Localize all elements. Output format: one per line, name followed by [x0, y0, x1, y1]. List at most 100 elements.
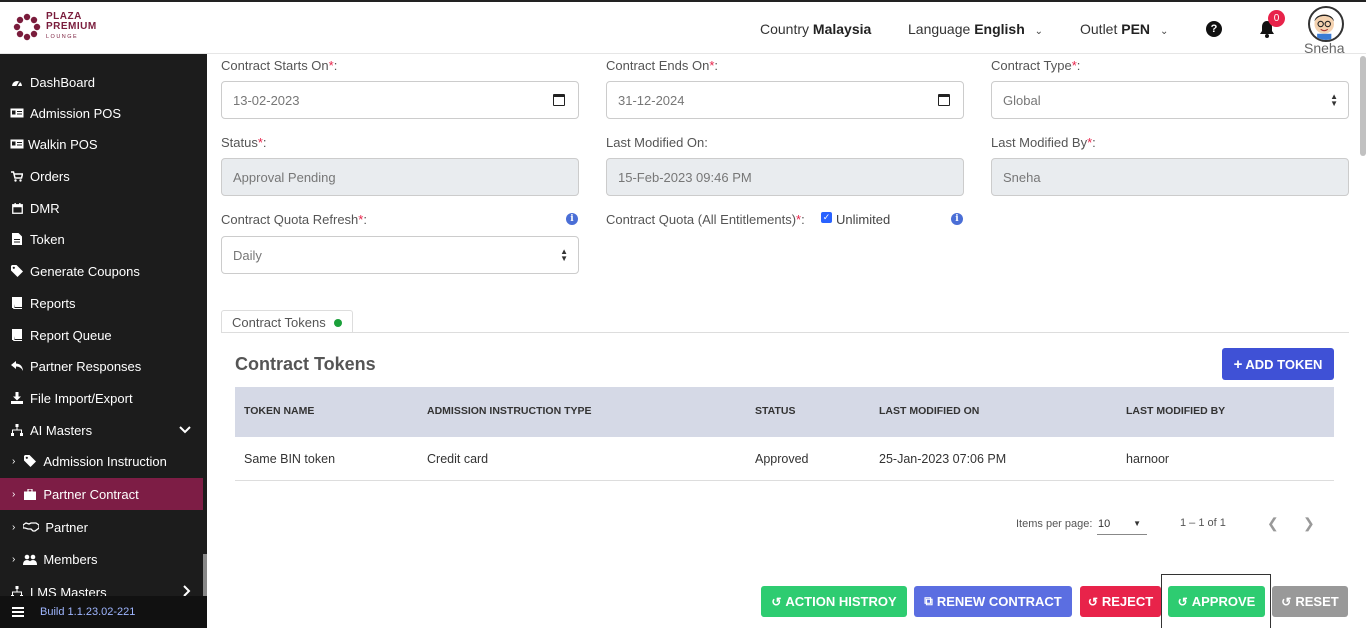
approve-button[interactable]: ↺ APPROVE	[1168, 586, 1265, 617]
last-modified-on-value: 15-Feb-2023 09:46 PM	[618, 169, 752, 185]
sidebar-item-report-queue[interactable]: Report Queue	[0, 319, 203, 351]
column-header-last-modified-on[interactable]: LAST MODIFIED ON	[879, 405, 979, 417]
sidebar-item-file-import-export[interactable]: File Import/Export	[0, 382, 203, 414]
last-modified-on-input: 15-Feb-2023 09:46 PM	[606, 158, 964, 196]
sidebar-item-orders[interactable]: Orders	[0, 160, 203, 192]
top-bar: PLAZA PREMIUM LOUNGE Country Malaysia La…	[0, 0, 1366, 56]
tag-icon	[23, 455, 37, 467]
book-icon	[10, 297, 24, 309]
sidebar-item-label: Partner	[45, 519, 88, 535]
id-card-icon	[10, 138, 24, 150]
language-selector[interactable]: Language English ⌄	[908, 21, 1043, 37]
sidebar-item-label: Members	[43, 551, 98, 567]
sidebar-item-label: Report Queue	[30, 327, 112, 343]
reset-label: RESET	[1295, 594, 1339, 609]
chevron-right-icon: ›	[12, 488, 16, 500]
last-modified-by-input: Sneha	[991, 158, 1349, 196]
page-scrollbar[interactable]	[1360, 56, 1366, 156]
column-header-status[interactable]: STATUS	[755, 405, 795, 417]
calendar-icon[interactable]	[553, 94, 565, 106]
outlet-value: PEN	[1121, 21, 1151, 37]
sidebar-item-dashboard[interactable]: DashBoard	[0, 66, 203, 98]
help-icon[interactable]: ?	[1206, 21, 1222, 37]
logo-line-2: PREMIUM	[46, 21, 97, 32]
avatar[interactable]	[1308, 6, 1344, 42]
users-icon	[23, 553, 38, 565]
reset-button[interactable]: ↺ RESET	[1272, 586, 1348, 617]
reject-button[interactable]: ↺ REJECT	[1080, 586, 1161, 617]
sidebar-item-admission-pos[interactable]: Admission POS	[0, 97, 203, 129]
user-name[interactable]: Sneha	[1304, 40, 1344, 56]
sidebar-item-label: Orders	[30, 168, 70, 184]
previous-page-icon[interactable]: ❮	[1267, 515, 1279, 532]
sidebar-item-reports[interactable]: Reports	[0, 287, 203, 319]
country-selector[interactable]: Country Malaysia	[760, 21, 871, 37]
sidebar: DashBoard Admission POS Walkin POS Order…	[0, 54, 207, 628]
id-card-icon	[10, 107, 24, 119]
column-header-admission-instruction-type[interactable]: ADMISSION INSTRUCTION TYPE	[427, 405, 592, 417]
contract-type-select[interactable]: Global ▲ ▼	[991, 81, 1349, 119]
chevron-right-icon: ›	[12, 553, 16, 565]
tab-label: Contract Tokens	[232, 315, 326, 330]
sidebar-item-label: Admission POS	[30, 105, 122, 121]
dashboard-icon	[10, 76, 24, 88]
sidebar-item-partner[interactable]: › Partner	[0, 511, 203, 543]
sidebar-item-admission-instruction[interactable]: › Admission Instruction	[0, 445, 203, 477]
sidebar-item-ai-masters[interactable]: AI Masters	[0, 414, 203, 446]
column-header-token-name[interactable]: TOKEN NAME	[244, 405, 314, 417]
quota-all-label: Contract Quota (All Entitlements)*:	[606, 212, 805, 227]
table-row[interactable]: Same BIN token Credit card Approved 25-J…	[235, 437, 1334, 481]
status-dot	[333, 319, 342, 327]
contract-starts-input[interactable]: 13-02-2023	[221, 81, 579, 119]
sidebar-item-generate-coupons[interactable]: Generate Coupons	[0, 255, 203, 287]
outlet-selector[interactable]: Outlet PEN ⌄	[1080, 21, 1168, 37]
tab-contract-tokens[interactable]: Contract Tokens	[221, 310, 353, 333]
sidebar-item-partner-responses[interactable]: Partner Responses	[0, 350, 203, 382]
history-icon: ↺	[1281, 594, 1292, 609]
contract-ends-input[interactable]: 31-12-2024	[606, 81, 964, 119]
tag-icon	[10, 265, 24, 277]
approve-label: APPROVE	[1191, 594, 1256, 609]
sidebar-item-label: Token	[30, 231, 65, 247]
next-page-icon[interactable]: ❯	[1303, 515, 1315, 532]
select-arrows-icon: ▲ ▼	[1330, 92, 1338, 108]
info-icon[interactable]: i	[566, 213, 578, 225]
add-token-button[interactable]: + ADD TOKEN	[1222, 348, 1334, 380]
history-icon: ↺	[1087, 594, 1098, 609]
items-per-page-select[interactable]: 10 ▼	[1097, 513, 1147, 535]
sidebar-item-label: Admission Instruction	[43, 453, 167, 469]
contract-starts-value: 13-02-2023	[233, 92, 300, 108]
sidebar-item-label: File Import/Export	[30, 390, 133, 406]
select-arrows-icon: ▲ ▼	[560, 247, 568, 263]
action-history-button[interactable]: ↺ ACTION HISTROY	[761, 586, 907, 617]
column-header-last-modified-by[interactable]: LAST MODIFIED BY	[1126, 405, 1225, 417]
menu-icon[interactable]	[12, 605, 24, 619]
sidebar-item-members[interactable]: › Members	[0, 543, 203, 575]
user-avatar-icon	[1314, 14, 1334, 40]
last-modified-by-value: Sneha	[1003, 169, 1041, 185]
renew-contract-button[interactable]: ⧉ RENEW CONTRACT	[914, 586, 1072, 617]
cell-last-modified-by: harnoor	[1126, 452, 1170, 466]
language-value: English	[974, 21, 1025, 37]
file-icon	[10, 233, 24, 245]
sidebar-item-partner-contract[interactable]: › Partner Contract	[0, 478, 203, 510]
sidebar-item-label: Partner Responses	[30, 358, 142, 374]
cell-admission-instruction-type: Credit card	[427, 452, 489, 466]
pagination-range: 1 – 1 of 1	[1180, 517, 1226, 529]
add-token-label: ADD TOKEN	[1245, 356, 1323, 372]
unlimited-checkbox[interactable]: ✓	[821, 212, 832, 223]
contract-starts-label: Contract Starts On*:	[221, 58, 338, 73]
logo[interactable]: PLAZA PREMIUM LOUNGE	[12, 12, 97, 42]
quota-refresh-select[interactable]: Daily ▲ ▼	[221, 236, 579, 274]
sidebar-item-dmr[interactable]: DMR	[0, 192, 203, 224]
sidebar-item-walkin-pos[interactable]: Walkin POS	[0, 128, 203, 160]
last-modified-by-label: Last Modified By*:	[991, 135, 1096, 150]
sidebar-item-token[interactable]: Token	[0, 223, 203, 255]
calendar-icon[interactable]	[938, 94, 950, 106]
unlimited-label[interactable]: Unlimited	[836, 212, 890, 227]
info-icon[interactable]: i	[951, 213, 963, 225]
logo-text: PLAZA PREMIUM LOUNGE	[46, 12, 97, 42]
outlet-label: Outlet	[1080, 21, 1118, 37]
sidebar-item-label: Partner Contract	[43, 486, 139, 502]
download-icon	[10, 392, 24, 404]
